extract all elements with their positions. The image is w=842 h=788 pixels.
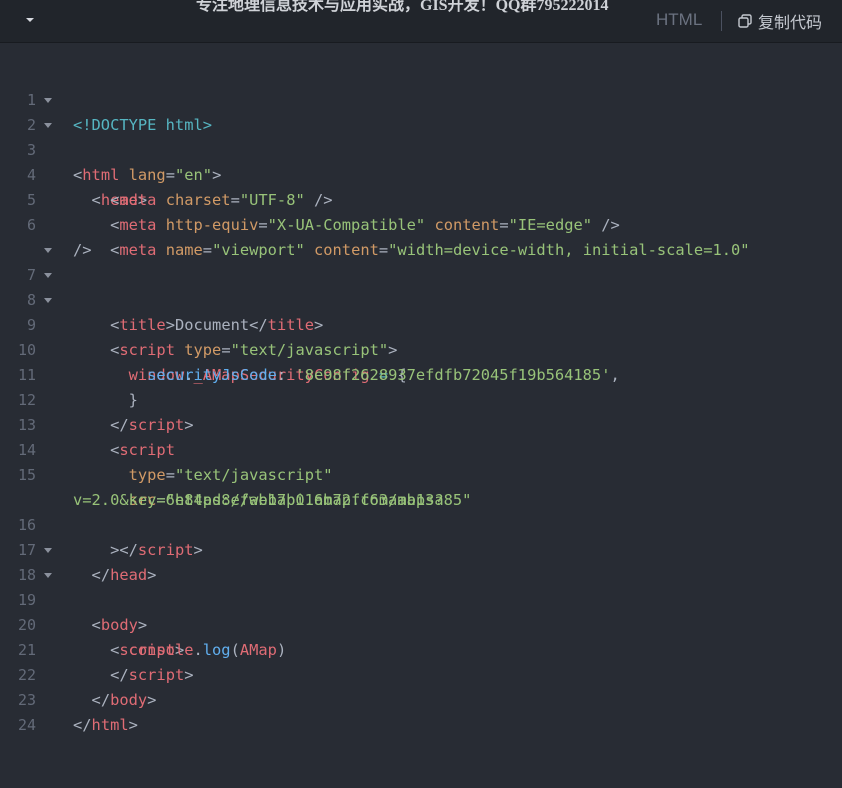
code-line: 5 <meta http-equiv="X-UA-Compatible" con… bbox=[0, 163, 842, 234]
code-editor[interactable]: 1 <!DOCTYPE html> 2 <html lang="en"> 3 <… bbox=[0, 63, 842, 734]
code-line: 2 <html lang="en"> bbox=[0, 88, 842, 184]
fold-arrow-icon[interactable] bbox=[44, 123, 52, 128]
fold-arrow-icon[interactable] bbox=[44, 248, 52, 253]
code-block-header: 专注地理信息技术与应用实战，GIS开发！QQ群795222014 HTML 复制… bbox=[0, 0, 842, 43]
fold-arrow-icon[interactable] bbox=[44, 548, 52, 553]
code-line: 22 </body> bbox=[0, 638, 842, 709]
code-line: 10 securityJsCode: '8e98f2628937efdfb720… bbox=[0, 313, 842, 384]
line-number: 24 bbox=[17, 716, 36, 734]
code-line: 16 ></script> bbox=[0, 488, 842, 559]
code-line: 17 </head> bbox=[0, 513, 842, 584]
chevron-down-icon bbox=[26, 18, 34, 22]
code-line: 12 </script> bbox=[0, 363, 842, 434]
code-line-wrap: /> bbox=[0, 213, 842, 259]
copy-icon bbox=[738, 14, 752, 28]
code-line: 18 <body> bbox=[0, 538, 842, 634]
collapse-code-button[interactable] bbox=[22, 12, 38, 28]
code-line: 1 <!DOCTYPE html> bbox=[0, 63, 842, 134]
code-line: 19 <script> bbox=[0, 563, 842, 659]
code-line: 15 src="https://webapi.amap.com/maps? bbox=[0, 438, 842, 509]
copy-code-label: 复制代码 bbox=[758, 13, 823, 32]
code-line: 14 type="text/javascript" bbox=[0, 413, 842, 484]
code-line: 21 </script> bbox=[0, 613, 842, 684]
fold-arrow-icon[interactable] bbox=[44, 573, 52, 578]
code-line-wrap: v=2.0&key=6e84ad8efab17b016b72ff63aab13a… bbox=[0, 463, 842, 509]
code-line: 24 bbox=[0, 688, 842, 734]
fold-arrow-icon[interactable] bbox=[44, 98, 52, 103]
tag-token: html bbox=[91, 716, 129, 734]
fold-arrow-icon[interactable] bbox=[44, 273, 52, 278]
language-label: HTML bbox=[656, 10, 703, 29]
code-line: 20 console.log(AMap) bbox=[0, 588, 842, 659]
code-line: 23 </html> bbox=[0, 663, 842, 734]
code-line: 6 <meta name="viewport" content="width=d… bbox=[0, 188, 842, 259]
code-line: 11 } bbox=[0, 338, 842, 409]
header-divider bbox=[721, 11, 722, 31]
copy-code-button[interactable]: 复制代码 bbox=[738, 9, 822, 33]
fold-arrow-icon[interactable] bbox=[44, 298, 52, 303]
code-line: 7 <title>Document</title> bbox=[0, 238, 842, 334]
token: > bbox=[128, 716, 138, 734]
code-line: 9 window._AMapSecurityConfig = { bbox=[0, 288, 842, 384]
code-line: 3 <head> bbox=[0, 113, 842, 209]
code-line: 13 <script bbox=[0, 388, 842, 459]
watermark-text: 专注地理信息技术与应用实战，GIS开发！QQ群795222014 bbox=[196, 0, 609, 14]
code-text: </html> bbox=[73, 713, 138, 738]
token: </ bbox=[73, 716, 92, 734]
code-line: 4 <meta charset="UTF-8" /> bbox=[0, 138, 842, 209]
code-line: 8 <script type="text/javascript"> bbox=[0, 263, 842, 359]
